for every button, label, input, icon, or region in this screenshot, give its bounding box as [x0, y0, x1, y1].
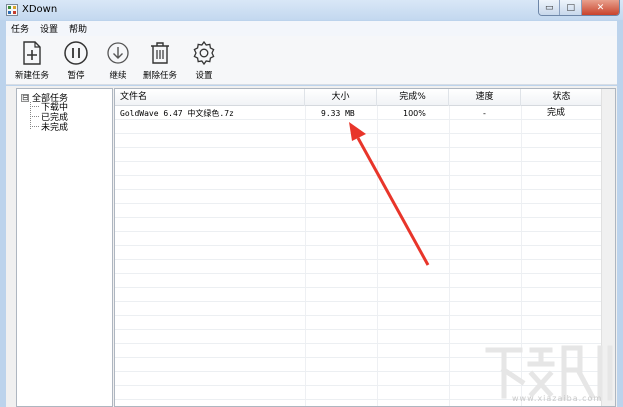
column-progress[interactable]: 完成%: [377, 89, 449, 106]
app-window: XDown ▭ □ ✕ 任务 设置 帮助 新建任务 暂停 继续 删除任务 设置 …: [0, 0, 623, 407]
table-row: [115, 135, 603, 148]
close-button[interactable]: ✕: [581, 0, 619, 15]
table-row: [115, 121, 603, 134]
list-header: 文件名 大小 完成% 速度 状态: [115, 89, 603, 106]
table-row: [115, 373, 603, 386]
tree-item-incomplete[interactable]: 未完成: [30, 120, 68, 133]
cell-filename: GoldWave 6.47 中文绿色.7z: [120, 109, 234, 118]
resume-button[interactable]: 继续: [96, 40, 140, 81]
table-row: [115, 303, 603, 316]
cell-status: 完成: [547, 108, 566, 118]
menu-help[interactable]: 帮助: [69, 22, 87, 35]
settings-button[interactable]: 设置: [182, 40, 226, 81]
column-status[interactable]: 状态: [521, 89, 603, 106]
table-row: [115, 317, 603, 330]
app-icon: [6, 4, 18, 16]
table-row: [115, 191, 603, 204]
collapse-icon[interactable]: ⊟: [21, 93, 29, 102]
table-row: [115, 205, 603, 218]
pause-icon: [64, 41, 88, 65]
delete-task-label: 删除任务: [142, 71, 177, 81]
cell-size: 9.33 MB: [321, 109, 355, 118]
column-filename[interactable]: 文件名: [115, 89, 305, 106]
table-row: [115, 359, 603, 372]
window-title: XDown: [22, 4, 58, 15]
watermark-text: www.xiazaiba.com: [512, 394, 603, 403]
table-row: [115, 247, 603, 260]
task-list: 文件名 大小 完成% 速度 状态 GoldWave 6.47 中文绿色.7z 9…: [114, 88, 616, 407]
gear-icon: [193, 40, 215, 66]
delete-task-button[interactable]: 删除任务: [138, 40, 182, 81]
minimize-button[interactable]: ▭: [539, 0, 561, 15]
menu-settings[interactable]: 设置: [40, 22, 58, 35]
column-speed[interactable]: 速度: [449, 89, 521, 106]
table-row: [115, 163, 603, 176]
delete-icon: [151, 42, 169, 64]
new-task-icon: [23, 41, 41, 65]
toolbar: 新建任务 暂停 继续 删除任务 设置: [6, 36, 617, 85]
resume-icon: [107, 42, 129, 64]
table-row: [115, 219, 603, 232]
new-task-button[interactable]: 新建任务: [10, 40, 54, 81]
table-row[interactable]: GoldWave 6.47 中文绿色.7z 9.33 MB 100% - 完成: [115, 107, 603, 120]
settings-label: 设置: [195, 71, 213, 81]
menu-bar: 任务 设置 帮助: [6, 21, 617, 36]
table-row: [115, 149, 603, 162]
new-task-label: 新建任务: [14, 71, 49, 81]
menu-task[interactable]: 任务: [11, 22, 29, 35]
table-row: [115, 289, 603, 302]
cell-progress: 100%: [403, 109, 426, 118]
table-row: [115, 261, 603, 274]
resume-label: 继续: [109, 71, 127, 81]
pause-button[interactable]: 暂停: [54, 40, 98, 81]
cell-speed: -: [483, 109, 486, 118]
title-bar[interactable]: XDown ▭ □ ✕: [0, 0, 623, 20]
window-controls: ▭ □ ✕: [538, 0, 620, 16]
column-size[interactable]: 大小: [305, 89, 377, 106]
table-row: [115, 331, 603, 344]
tree-item-label: 未完成: [41, 123, 69, 133]
table-row: [115, 345, 603, 358]
scrollbar[interactable]: [601, 89, 615, 406]
table-row: [115, 275, 603, 288]
category-tree: ⊟ 全部任务 下载中 已完成 未完成: [16, 88, 113, 407]
table-row: [115, 177, 603, 190]
maximize-button[interactable]: □: [560, 0, 582, 15]
pause-label: 暂停: [67, 71, 85, 81]
table-row: [115, 233, 603, 246]
main-area: ⊟ 全部任务 下载中 已完成 未完成 文件名 大小 完成% 速度 状态 Gold…: [6, 86, 617, 407]
